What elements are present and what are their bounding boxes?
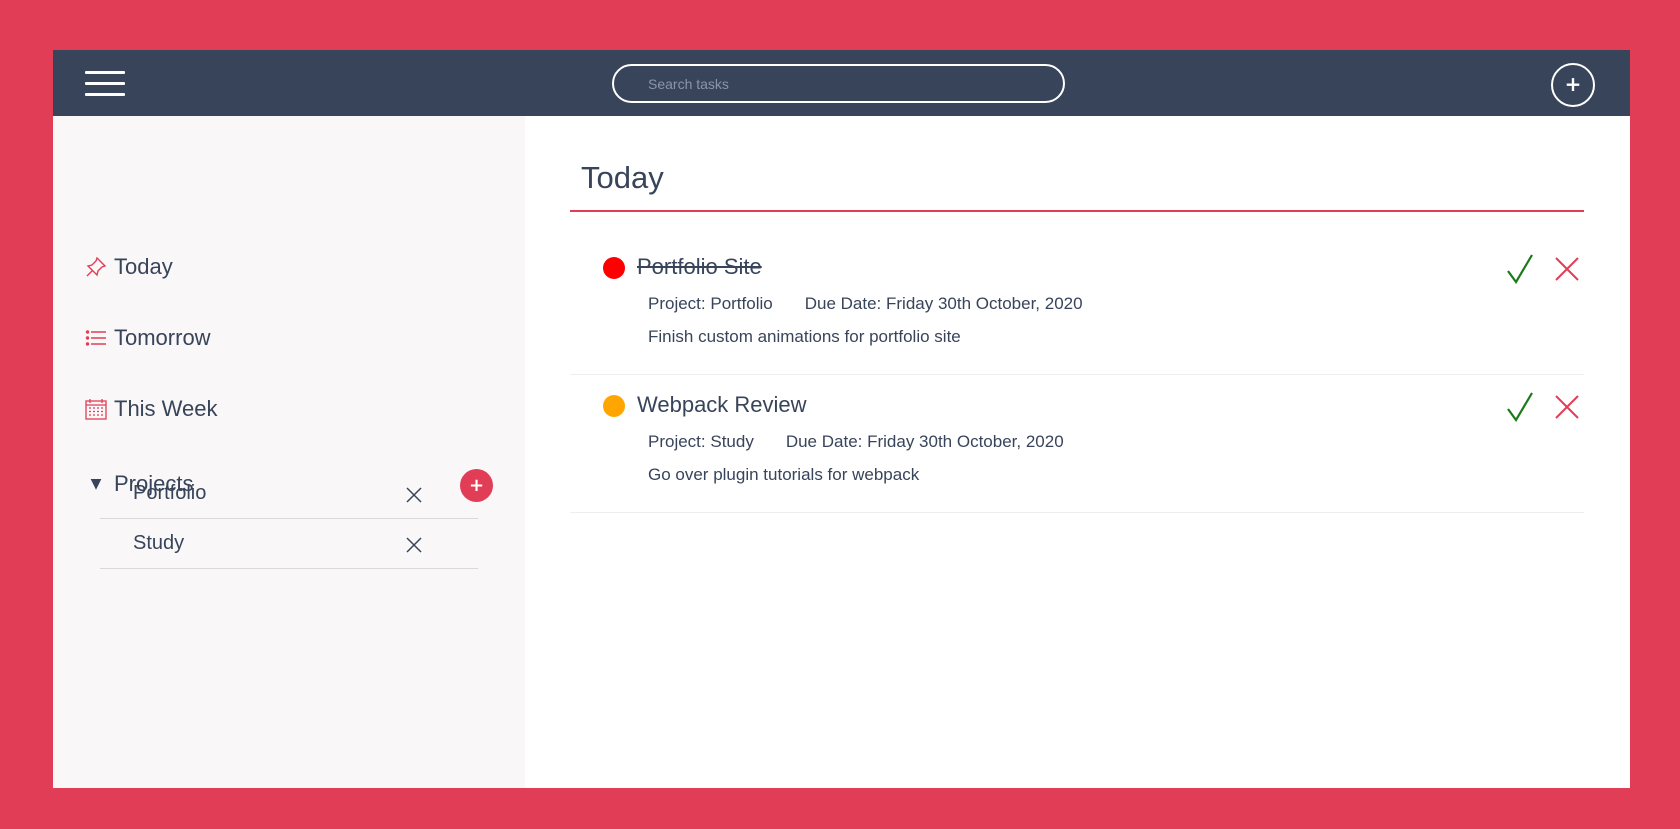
task-project: Project: Study (648, 432, 754, 451)
sidebar-item-tomorrow[interactable]: Tomorrow (85, 323, 211, 353)
sidebar-item-label: Tomorrow (114, 325, 211, 350)
project-item-study[interactable]: Study (100, 519, 478, 569)
task-due-date: Due Date: Friday 30th October, 2020 (785, 432, 1064, 451)
task-due-date: Due Date: Friday 30th October, 2020 (804, 294, 1083, 313)
menu-icon[interactable] (85, 71, 125, 97)
pushpin-icon (85, 256, 107, 278)
sidebar: Today Tomorrow This Week ▼ Projects + Po… (53, 116, 525, 788)
task-meta: Project: Study Due Date: Friday 30th Octo… (648, 432, 1064, 452)
project-item-portfolio[interactable]: Portfolio (100, 469, 478, 519)
project-name[interactable]: Portfolio (133, 482, 206, 505)
task-description: Go over plugin tutorials for webpack (648, 465, 920, 484)
top-bar: + (53, 50, 1630, 116)
task-title[interactable]: Portfolio Site (637, 254, 762, 280)
task-meta: Project: Portfolio Due Date: Friday 30th … (648, 294, 1083, 314)
task-description: Finish custom animations for portfolio s… (648, 327, 961, 346)
task-item: Portfolio Site Project: Portfolio Due Dat… (570, 237, 1584, 375)
close-icon[interactable] (1554, 256, 1580, 282)
sidebar-item-this-week[interactable]: This Week (85, 394, 218, 424)
title-divider (570, 210, 1584, 212)
check-icon[interactable] (1506, 253, 1534, 285)
page-title: Today (581, 160, 664, 195)
close-icon[interactable] (1554, 394, 1580, 420)
add-task-button[interactable]: + (1551, 63, 1595, 107)
task-title[interactable]: Webpack Review (637, 392, 807, 418)
list-icon (85, 327, 107, 349)
project-name[interactable]: Study (133, 532, 184, 555)
task-item: Webpack Review Project: Study Due Date: F… (570, 375, 1584, 513)
search-input[interactable] (612, 64, 1065, 103)
check-icon[interactable] (1506, 391, 1534, 423)
close-icon[interactable] (405, 536, 423, 554)
sidebar-item-label: This Week (114, 396, 218, 421)
calendar-icon (85, 398, 107, 420)
main-content: Today Portfolio Site Project: Portfolio D… (525, 116, 1630, 788)
close-icon[interactable] (405, 486, 423, 504)
sidebar-item-today[interactable]: Today (85, 252, 173, 282)
priority-dot (603, 395, 625, 417)
task-project: Project: Portfolio (648, 294, 773, 313)
app-window: + Today Tomorrow (53, 50, 1630, 788)
sidebar-item-label: Today (114, 254, 173, 279)
priority-dot (603, 257, 625, 279)
